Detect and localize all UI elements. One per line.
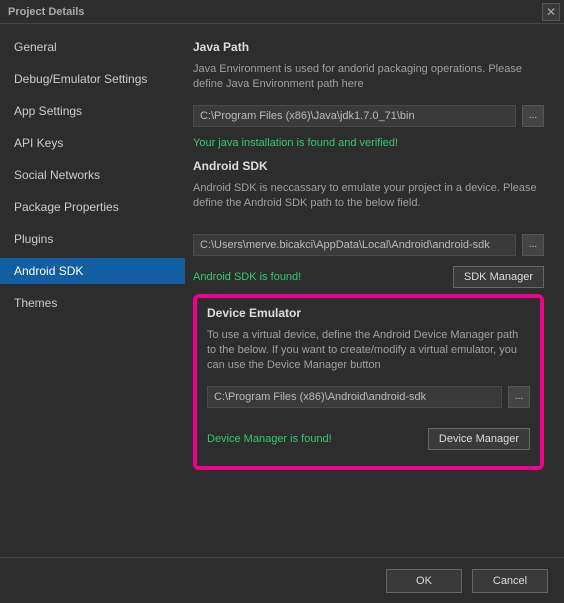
sidebar-item-plugins[interactable]: Plugins: [0, 226, 185, 252]
android-sdk-browse-button[interactable]: ...: [522, 234, 544, 256]
java-path-heading: Java Path: [193, 40, 544, 54]
ok-button[interactable]: OK: [386, 569, 462, 593]
close-button[interactable]: ✕: [542, 3, 560, 21]
sdk-manager-button[interactable]: SDK Manager: [453, 266, 544, 288]
device-emulator-status-row: Device Manager is found! Device Manager: [207, 428, 530, 450]
device-emulator-browse-button[interactable]: ...: [508, 386, 530, 408]
device-emulator-status: Device Manager is found!: [207, 433, 332, 445]
sidebar-item-android-sdk[interactable]: Android SDK: [0, 258, 185, 284]
sidebar: General Debug/Emulator Settings App Sett…: [0, 24, 185, 554]
window-title: Project Details: [8, 6, 84, 18]
android-sdk-heading: Android SDK: [193, 159, 544, 173]
device-emulator-input[interactable]: [207, 386, 502, 408]
ellipsis-icon: ...: [529, 239, 537, 250]
sidebar-item-label: API Keys: [14, 136, 63, 150]
device-manager-button[interactable]: Device Manager: [428, 428, 530, 450]
sidebar-item-label: Social Networks: [14, 168, 100, 182]
sidebar-item-label: App Settings: [14, 104, 82, 118]
java-path-input[interactable]: [193, 105, 516, 127]
sidebar-item-social-networks[interactable]: Social Networks: [0, 162, 185, 188]
titlebar: Project Details ✕: [0, 0, 564, 24]
sidebar-item-themes[interactable]: Themes: [0, 290, 185, 316]
device-emulator-highlight: Device Emulator To use a virtual device,…: [193, 294, 544, 470]
main-panel: Java Path Java Environment is used for a…: [185, 24, 564, 554]
sidebar-item-label: Package Properties: [14, 200, 119, 214]
android-sdk-input[interactable]: [193, 234, 516, 256]
android-sdk-status-row: Android SDK is found! SDK Manager: [193, 266, 544, 288]
device-emulator-heading: Device Emulator: [207, 306, 530, 320]
content: General Debug/Emulator Settings App Sett…: [0, 24, 564, 554]
sidebar-item-label: Android SDK: [14, 264, 83, 278]
sidebar-item-general[interactable]: General: [0, 34, 185, 60]
sidebar-item-label: Debug/Emulator Settings: [14, 72, 147, 86]
ellipsis-icon: ...: [515, 391, 523, 402]
java-path-status: Your java installation is found and veri…: [193, 137, 544, 149]
cancel-button[interactable]: Cancel: [472, 569, 548, 593]
android-sdk-desc: Android SDK is neccassary to emulate you…: [193, 181, 544, 212]
device-emulator-desc: To use a virtual device, define the Andr…: [207, 328, 530, 374]
java-path-row: ...: [193, 105, 544, 127]
bottom-bar: OK Cancel: [0, 557, 564, 603]
sidebar-item-label: Plugins: [14, 232, 53, 246]
sidebar-item-debug-emulator[interactable]: Debug/Emulator Settings: [0, 66, 185, 92]
android-sdk-row: ...: [193, 234, 544, 256]
close-icon: ✕: [546, 5, 556, 19]
sidebar-item-app-settings[interactable]: App Settings: [0, 98, 185, 124]
sidebar-item-label: General: [14, 40, 57, 54]
java-path-browse-button[interactable]: ...: [522, 105, 544, 127]
device-emulator-row: ...: [207, 386, 530, 408]
sidebar-item-api-keys[interactable]: API Keys: [0, 130, 185, 156]
sidebar-item-label: Themes: [14, 296, 57, 310]
android-sdk-status: Android SDK is found!: [193, 271, 301, 283]
ellipsis-icon: ...: [529, 110, 537, 121]
java-path-desc: Java Environment is used for andorid pac…: [193, 62, 544, 93]
sidebar-item-package-properties[interactable]: Package Properties: [0, 194, 185, 220]
